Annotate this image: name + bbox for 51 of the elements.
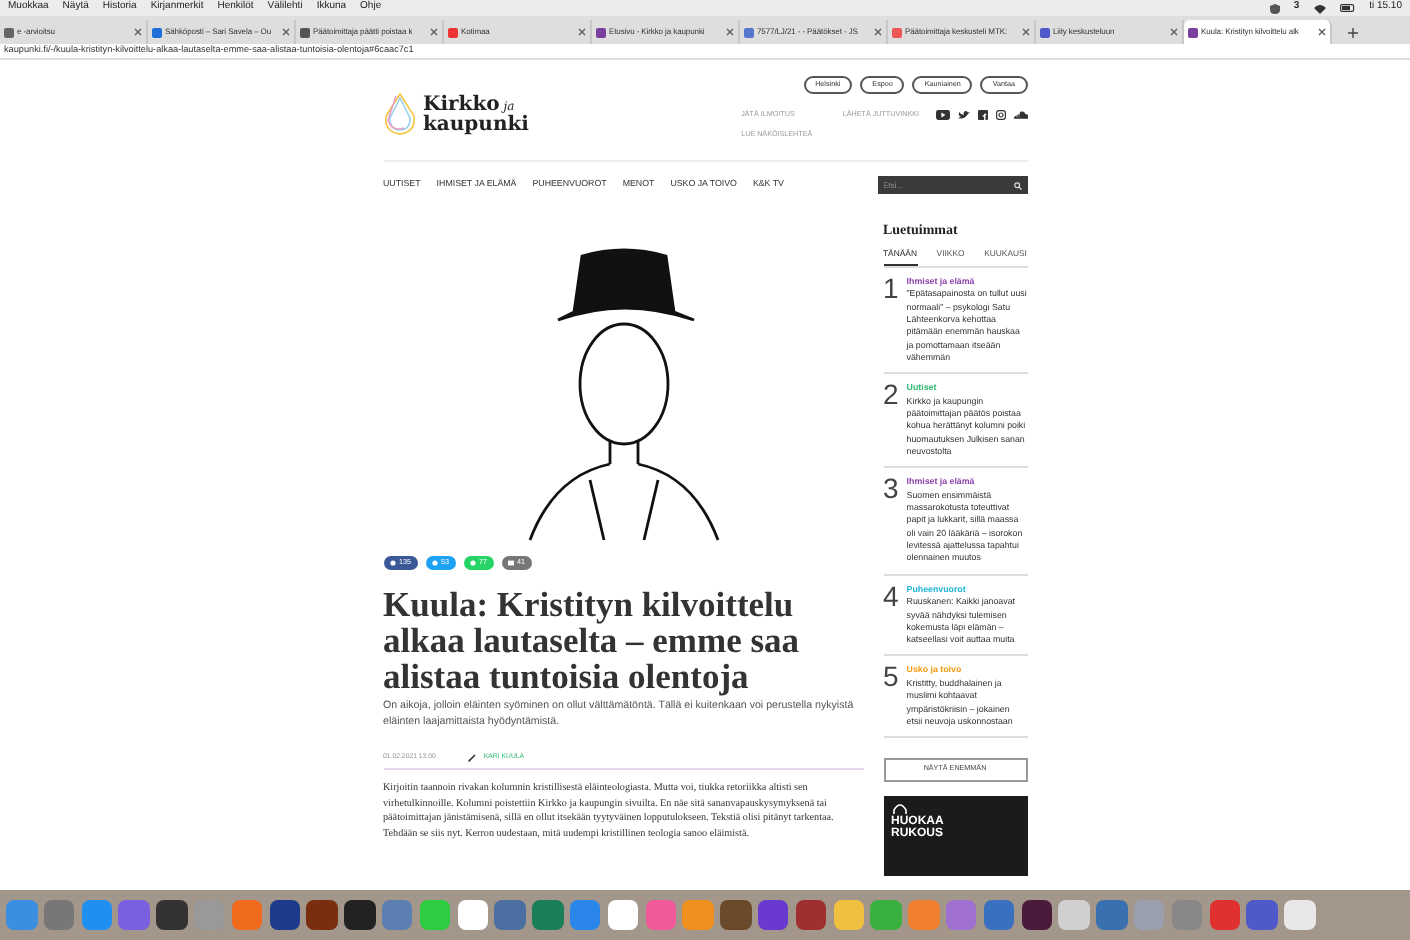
share-icon: [389, 560, 395, 566]
square-logo-icon[interactable]: [977, 110, 987, 121]
close-icon[interactable]: [1318, 28, 1326, 36]
close-icon[interactable]: [874, 28, 882, 36]
rank-number: 5: [883, 664, 899, 697]
favicon-icon: [1188, 27, 1198, 37]
close-icon[interactable]: [1170, 28, 1178, 36]
bird-icon[interactable]: [957, 110, 969, 121]
shield-icon[interactable]: [1269, 3, 1280, 13]
headphones-icon: [891, 802, 907, 817]
plus-icon[interactable]: [1348, 27, 1358, 37]
close-icon[interactable]: [282, 28, 290, 36]
camera-icon[interactable]: [995, 110, 1005, 121]
favicon-icon: [596, 27, 606, 37]
share-icon: [431, 560, 437, 566]
article-title: Kuula: Kristityn kilvoittelu alkaa lautaselta – emme saa alistaa tuntoisia olentoja: [383, 586, 802, 694]
app-icon[interactable]: [269, 899, 301, 931]
envelope-icon: [507, 560, 513, 566]
app-icon[interactable]: [1021, 899, 1053, 931]
favicon-icon: [448, 27, 458, 37]
app-icon[interactable]: [457, 899, 489, 931]
app-icon[interactable]: [607, 899, 639, 931]
logo-mark-icon[interactable]: [383, 92, 415, 136]
close-icon[interactable]: [430, 28, 438, 36]
share-icon: [469, 560, 475, 566]
favicon-icon: [892, 27, 902, 37]
favicon-icon: [4, 27, 14, 37]
app-icon[interactable]: [156, 899, 188, 931]
rank-number: 3: [883, 476, 899, 509]
rank-number: 4: [883, 583, 899, 616]
app-icon[interactable]: [757, 899, 789, 931]
close-icon[interactable]: [578, 28, 586, 36]
close-icon[interactable]: [1022, 28, 1030, 36]
favicon-icon: [300, 27, 310, 37]
pen-icon: [467, 753, 476, 762]
rank-number: 2: [883, 382, 899, 415]
favicon-icon: [152, 27, 162, 37]
play-icon[interactable]: [935, 110, 949, 121]
cloud-icon[interactable]: [1013, 110, 1027, 121]
favicon-icon: [744, 27, 754, 37]
battery-icon[interactable]: [1339, 4, 1356, 12]
app-icon[interactable]: [306, 899, 338, 931]
app-icon[interactable]: [795, 899, 827, 931]
close-icon[interactable]: [134, 28, 142, 36]
app-icon[interactable]: [720, 899, 752, 931]
rank-number: 1: [883, 275, 899, 308]
search-icon[interactable]: [1013, 181, 1021, 189]
wifi-icon[interactable]: [1313, 3, 1326, 13]
close-icon[interactable]: [726, 28, 734, 36]
favicon-icon: [1040, 27, 1050, 37]
app-icon[interactable]: [344, 899, 376, 931]
